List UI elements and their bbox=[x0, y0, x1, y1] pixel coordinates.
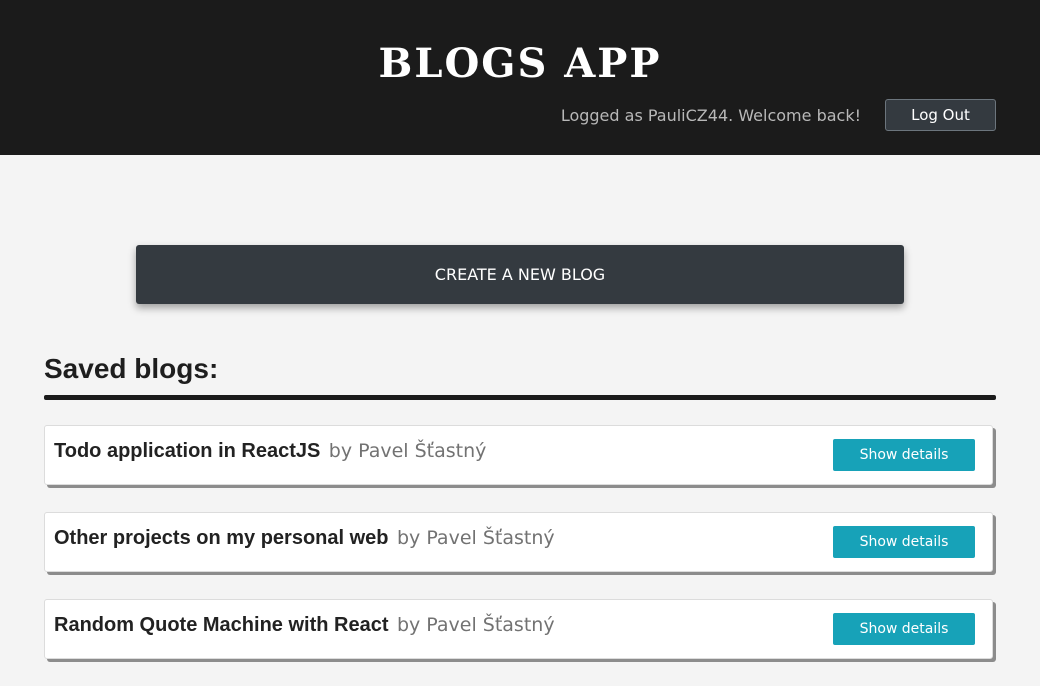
show-details-button[interactable]: Show details bbox=[833, 613, 975, 645]
blog-author: by Pavel Šťastný bbox=[328, 440, 487, 462]
blog-heading: Other projects on my personal web by Pav… bbox=[54, 527, 555, 550]
blog-card: Todo application in ReactJS by Pavel Šťa… bbox=[44, 425, 993, 485]
app-title: BLOGS APP bbox=[378, 40, 662, 87]
login-bar: Logged as PauliCZ44. Welcome back! Log O… bbox=[561, 99, 996, 131]
blog-author: by Pavel Šťastný bbox=[396, 614, 555, 636]
blog-heading: Random Quote Machine with React by Pavel… bbox=[54, 614, 555, 637]
blog-title: Random Quote Machine with React bbox=[54, 614, 389, 636]
section-divider bbox=[44, 395, 996, 400]
create-blog-button[interactable]: CREATE A NEW BLOG bbox=[136, 245, 904, 304]
blog-card: Random Quote Machine with React by Pavel… bbox=[44, 599, 993, 659]
blog-title: Todo application in ReactJS bbox=[54, 440, 321, 462]
blog-author: by Pavel Šťastný bbox=[396, 527, 555, 549]
blog-heading: Todo application in ReactJS by Pavel Šťa… bbox=[54, 440, 486, 463]
blog-title: Other projects on my personal web bbox=[54, 527, 389, 549]
app-header: BLOGS APP Logged as PauliCZ44. Welcome b… bbox=[0, 0, 1040, 155]
saved-blogs-heading: Saved blogs: bbox=[44, 353, 219, 384]
show-details-button[interactable]: Show details bbox=[833, 526, 975, 558]
login-status: Logged as PauliCZ44. Welcome back! bbox=[560, 105, 861, 125]
blog-card: Other projects on my personal web by Pav… bbox=[44, 512, 993, 572]
show-details-button[interactable]: Show details bbox=[833, 439, 975, 471]
logout-button[interactable]: Log Out bbox=[885, 99, 996, 131]
blog-list: Todo application in ReactJS by Pavel Šťa… bbox=[44, 425, 996, 686]
